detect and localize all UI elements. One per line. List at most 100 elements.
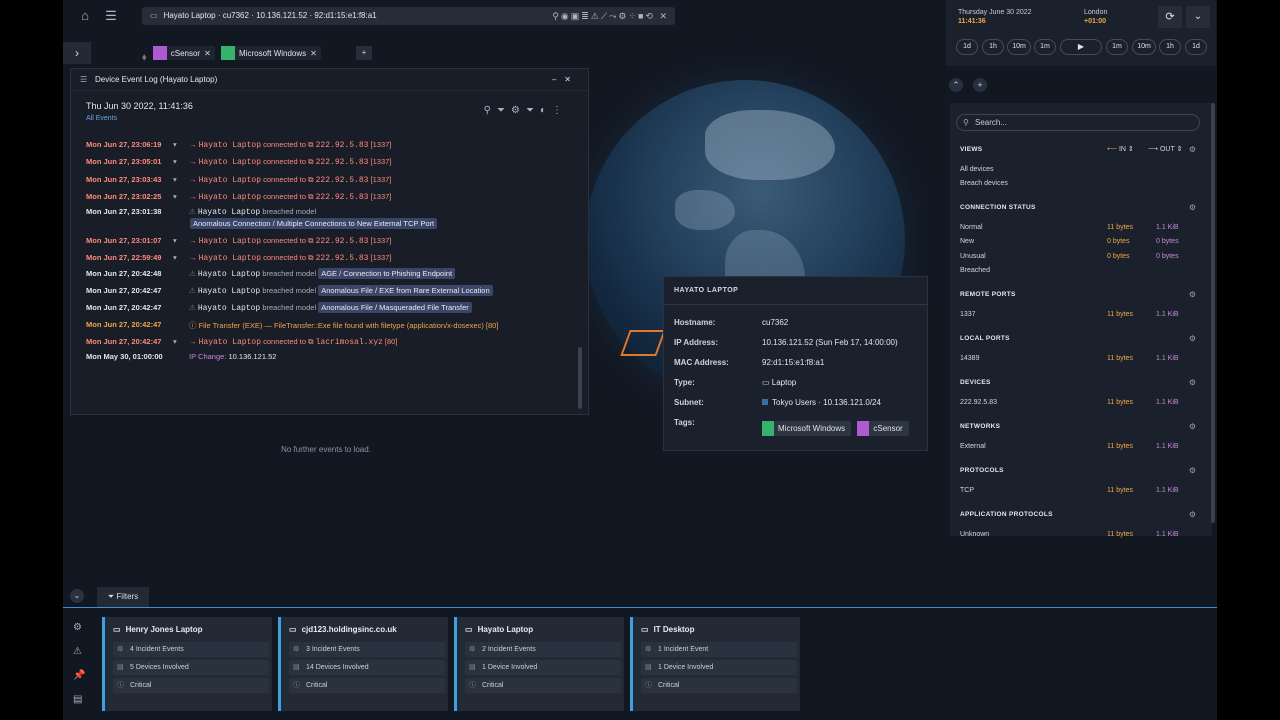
event-device[interactable]: Hayato Laptop	[199, 193, 261, 202]
external-link-icon[interactable]: ⧉	[308, 253, 313, 262]
settings-icon[interactable]: ⚙	[1189, 145, 1196, 154]
summary-row-name[interactable]: 222.92.5.83	[960, 399, 997, 406]
event-target[interactable]: 222.92.5.83	[316, 158, 369, 167]
model-badge[interactable]: Anomalous File / EXE from Rare External …	[318, 285, 493, 296]
alert-icon[interactable]: ⚠	[73, 646, 82, 657]
incident-card[interactable]: ▭ cjd123.holdingsinc.co.uk ⚙ 3 Incident Eve…	[278, 617, 448, 711]
event-device[interactable]: Hayato Laptop	[198, 287, 260, 296]
settings-icon[interactable]: ⚙	[1189, 510, 1196, 519]
external-link-icon[interactable]: ⧉	[308, 236, 313, 245]
expand-event-icon[interactable]: ▾	[173, 157, 177, 166]
step-back-1h-button[interactable]: 1h	[982, 39, 1004, 55]
collapse-panel-button[interactable]: ⌃	[949, 78, 963, 92]
summary-row-name[interactable]: Unknown	[960, 531, 989, 538]
toggle-bottom-panel-button[interactable]: ⌄	[70, 589, 84, 603]
settings-icon[interactable]: ⚙	[1189, 334, 1196, 343]
play-button[interactable]: ▶	[1060, 39, 1102, 55]
add-tag-button[interactable]: +	[356, 46, 372, 60]
device-address-bar[interactable]: ▭ Hayato Laptop · cu7362 · 10.136.121.52 …	[142, 7, 675, 25]
event-log-tool-icons[interactable]: ⚲⏷⚙⏷◐⋮	[484, 105, 568, 116]
summary-row-name[interactable]: 14389	[960, 355, 979, 362]
model-badge[interactable]: Anomalous Connection / Multiple Connecti…	[190, 218, 438, 229]
settings-icon[interactable]: ⚙	[1189, 203, 1196, 212]
menu-icon[interactable]: ☰	[80, 69, 87, 91]
event-device[interactable]: Hayato Laptop	[198, 208, 260, 217]
external-link-icon[interactable]: ⧉	[308, 337, 313, 346]
settings-icon[interactable]: ⚙	[1189, 466, 1196, 475]
filters-tab[interactable]: ⏷ Filters	[97, 587, 149, 607]
summary-row-name[interactable]: New	[960, 238, 974, 245]
view-breach-devices[interactable]: Breach devices	[960, 180, 1008, 187]
step-fwd-1d-button[interactable]: 1d	[1185, 39, 1207, 55]
laptop-device-marker[interactable]	[620, 330, 666, 356]
expand-sidebar-button[interactable]: ›	[63, 42, 91, 64]
remove-tag-icon[interactable]: ✕	[200, 49, 215, 58]
summary-row-name[interactable]: Unusual	[960, 253, 986, 260]
model-badge[interactable]: AGE / Connection to Phishing Endpoint	[318, 268, 456, 279]
external-link-icon[interactable]: ⧉	[308, 192, 313, 201]
external-link-icon[interactable]: ⧉	[308, 140, 313, 149]
event-target[interactable]: 222.92.5.83	[316, 141, 369, 150]
summary-row-name[interactable]: External	[960, 443, 986, 450]
tag-csensor[interactable]: cSensor ✕	[152, 46, 215, 60]
hamburger-menu-icon[interactable]: ☰	[103, 8, 119, 24]
add-panel-button[interactable]: +	[973, 78, 987, 92]
expand-event-icon[interactable]: ▾	[173, 192, 177, 201]
summary-row-name[interactable]: Normal	[960, 224, 983, 231]
expand-event-icon[interactable]: ▾	[173, 175, 177, 184]
event-target[interactable]: lacrimosal.xyz	[316, 338, 383, 347]
step-back-1d-button[interactable]: 1d	[956, 39, 978, 55]
remove-tag-icon[interactable]: ✕	[306, 49, 321, 58]
event-device[interactable]: Hayato Laptop	[199, 237, 261, 246]
settings-icon[interactable]: ⚙	[1189, 378, 1196, 387]
step-back-1m-button[interactable]: 1m	[1034, 39, 1056, 55]
in-sort-header[interactable]: ⟵ IN ⇕	[1107, 145, 1134, 153]
out-sort-header[interactable]: ⟶ OUT ⇕	[1148, 145, 1182, 153]
tag-microsoft-windows[interactable]: Microsoft Windows	[762, 421, 852, 436]
event-target[interactable]: 222.92.5.83	[316, 237, 369, 246]
incident-card[interactable]: ▭ IT Desktop ⚙ 1 Incident Event ▤ 1 Device In…	[630, 617, 800, 711]
step-fwd-1h-button[interactable]: 1h	[1159, 39, 1181, 55]
expand-event-icon[interactable]: ▾	[173, 140, 177, 149]
pin-icon[interactable]: 📌	[73, 670, 85, 681]
incident-card[interactable]: ▭ Hayato Laptop ⚙ 2 Incident Events ▤ 1 Devic…	[454, 617, 624, 711]
right-panel-scrollbar[interactable]	[1211, 103, 1215, 523]
step-back-10m-button[interactable]: 10m	[1007, 39, 1031, 55]
external-link-icon[interactable]: ⧉	[308, 175, 313, 184]
event-device[interactable]: Hayato Laptop	[198, 304, 260, 313]
field-value[interactable]: Tokyo Users · 10.136.121.0/24	[762, 398, 881, 407]
expand-event-icon[interactable]: ▾	[173, 337, 177, 346]
summary-row-name[interactable]: TCP	[960, 487, 974, 494]
event-target[interactable]: 222.92.5.83	[316, 176, 369, 185]
tag-csensor[interactable]: cSensor	[857, 421, 909, 436]
event-device[interactable]: Hayato Laptop	[199, 338, 261, 347]
event-device[interactable]: Hayato Laptop	[199, 158, 261, 167]
event-device[interactable]: Hayato Laptop	[199, 141, 261, 150]
event-filter-link[interactable]: All Events	[86, 115, 117, 122]
view-all-devices[interactable]: All devices	[960, 166, 993, 173]
event-target[interactable]: 222.92.5.83	[316, 193, 369, 202]
step-fwd-1m-button[interactable]: 1m	[1106, 39, 1128, 55]
incident-card[interactable]: ▭ Henry Jones Laptop ⚙ 4 Incident Events ▤ 5 …	[102, 617, 272, 711]
event-device[interactable]: Hayato Laptop	[199, 254, 261, 263]
event-log-scrollbar[interactable]	[578, 347, 582, 409]
summary-row-name[interactable]: 1337	[960, 311, 976, 318]
tag-microsoft-windows[interactable]: Microsoft Windows ✕	[221, 46, 321, 60]
chevron-down-icon[interactable]: ⌄	[1186, 6, 1210, 28]
event-target[interactable]: 222.92.5.83	[316, 254, 369, 263]
step-fwd-10m-button[interactable]: 10m	[1132, 39, 1156, 55]
event-device[interactable]: Hayato Laptop	[198, 270, 260, 279]
chart-icon[interactable]: ▤	[73, 694, 82, 705]
settings-icon[interactable]: ⚙	[1189, 290, 1196, 299]
expand-event-icon[interactable]: ▾	[173, 253, 177, 262]
window-controls[interactable]: –✕	[552, 69, 579, 91]
model-badge[interactable]: Anomalous File / Masqueraded File Transf…	[318, 302, 472, 313]
search-input[interactable]: ⚲ Search...	[956, 114, 1200, 131]
incidents-icon[interactable]: ⚙	[73, 622, 82, 633]
settings-icon[interactable]: ⚙	[1189, 422, 1196, 431]
external-link-icon[interactable]: ⧉	[308, 157, 313, 166]
event-device[interactable]: Hayato Laptop	[199, 176, 261, 185]
expand-event-icon[interactable]: ▾	[173, 236, 177, 245]
summary-row-name[interactable]: Breached	[960, 267, 990, 274]
home-icon[interactable]: ⌂	[77, 8, 93, 24]
